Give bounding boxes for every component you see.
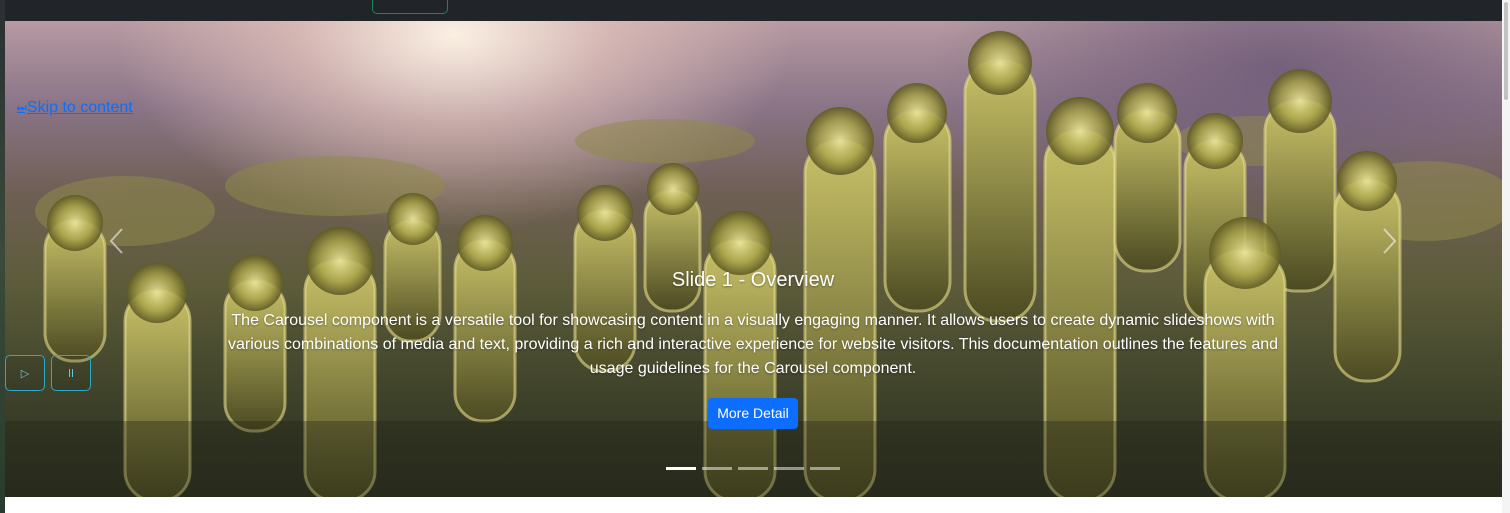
carousel-indicator-1[interactable] [666, 467, 696, 470]
carousel-indicators [666, 467, 840, 470]
play-icon: ▷ [20, 367, 30, 380]
top-navbar [5, 0, 1502, 21]
more-detail-button[interactable]: More Detail [708, 398, 798, 429]
carousel-indicator-5[interactable] [810, 467, 840, 470]
navbar-button[interactable] [372, 0, 448, 14]
scrollbar-thumb[interactable] [1504, 2, 1508, 100]
carousel-play-button[interactable]: ▷ [5, 355, 45, 391]
pause-icon [69, 369, 73, 377]
carousel-indicator-4[interactable] [774, 467, 804, 470]
carousel-next-button[interactable] [1369, 219, 1409, 263]
vertical-scrollbar[interactable] [1502, 0, 1510, 513]
chevron-right-icon [1383, 228, 1397, 254]
slide-title: Slide 1 - Overview [671, 269, 835, 291]
chevron-left-icon [109, 228, 123, 254]
carousel-indicator-3[interactable] [738, 467, 768, 470]
page: ⏭ Skip to content ▷ Slide 1 - Overview T… [0, 0, 1510, 513]
carousel-prev-button[interactable] [97, 219, 137, 263]
skip-forward-icon: ⏭ [17, 101, 27, 114]
slide-caption: Slide 1 - Overview The Carousel componen… [227, 268, 1279, 429]
skip-to-content-link[interactable]: ⏭ Skip to content [17, 99, 133, 117]
carousel: ⏭ Skip to content ▷ Slide 1 - Overview T… [5, 21, 1502, 497]
carousel-pause-button[interactable] [51, 355, 91, 391]
skip-to-content-label: Skip to content [26, 99, 133, 116]
slide-description: The Carousel component is a versatile to… [227, 312, 1279, 377]
carousel-indicator-2[interactable] [702, 467, 732, 470]
